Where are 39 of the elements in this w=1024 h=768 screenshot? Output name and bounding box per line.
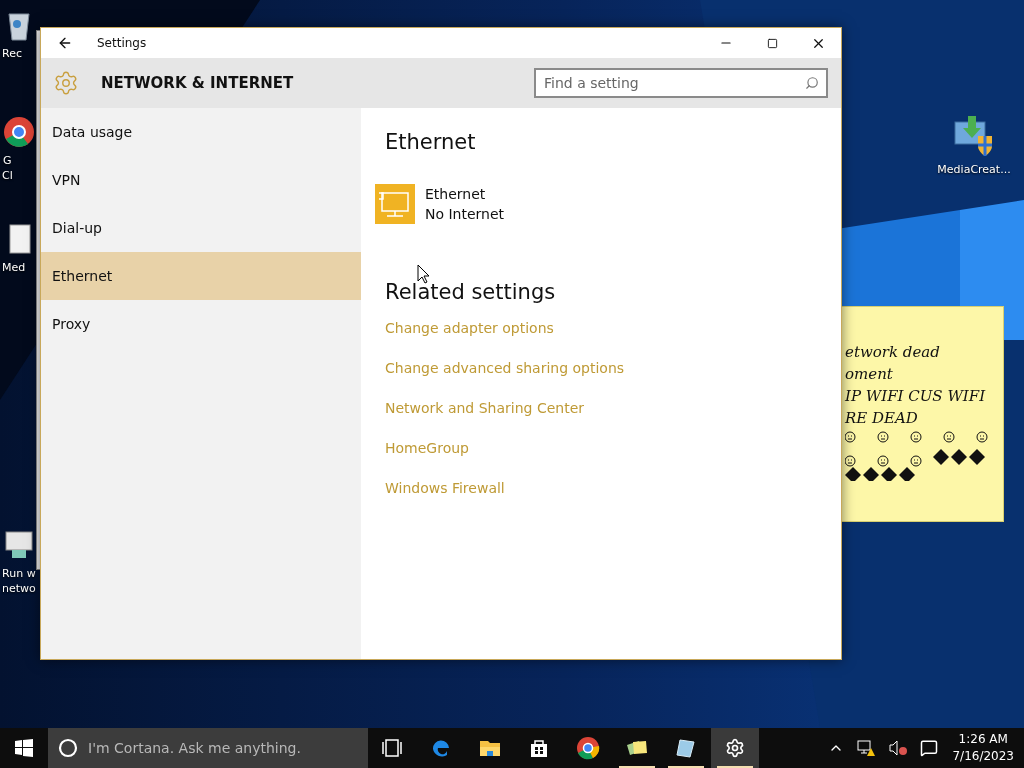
maximize-icon — [766, 37, 778, 49]
speech-bubble-icon — [920, 739, 939, 757]
section-heading: Related settings — [385, 280, 557, 304]
desktop-icon-label: G — [2, 153, 13, 168]
mouse-cursor-icon — [417, 264, 430, 284]
chrome-icon — [2, 115, 36, 149]
nav-item[interactable]: Data usage — [41, 108, 361, 156]
desktop-icon-label: netwo — [2, 581, 36, 596]
desktop-icon-label: Cl — [2, 168, 13, 183]
search-icon — [805, 76, 819, 90]
circle-icon — [58, 738, 78, 758]
desktop-icon-label: Med — [2, 260, 26, 275]
cortana-search-field[interactable]: I'm Cortana. Ask me anything. — [48, 728, 368, 768]
desktop-icon-label: Run w — [2, 566, 36, 581]
chrome-icon — [576, 736, 600, 760]
connection-status: No Internet — [425, 205, 505, 224]
note-text: RE DEAD — [845, 408, 919, 429]
gear-icon — [53, 70, 79, 96]
section-title: NETWORK & INTERNET — [101, 74, 295, 92]
page-heading: Ethernet — [385, 130, 477, 154]
nav-item[interactable]: Ethernet — [41, 252, 361, 300]
desktop-icon-label: Rec — [2, 46, 22, 61]
clock[interactable]: 1:26 AM 7/16/2023 — [952, 731, 1014, 765]
taskbar-app[interactable] — [711, 728, 759, 768]
nav-item[interactable]: Dial-up — [41, 204, 361, 252]
note-text: IP WIFI CUS WIFI — [845, 386, 987, 407]
windows-icon — [15, 739, 33, 757]
desktop-icon-label: MediaCreat... — [937, 162, 1011, 177]
nav-item[interactable]: VPN — [41, 156, 361, 204]
notepad-icon — [674, 736, 698, 760]
network-adapter-icon — [375, 184, 415, 224]
settings-icon — [725, 738, 745, 758]
note-text: etwork dead — [845, 342, 941, 363]
note-text: oment — [845, 364, 894, 385]
search-field[interactable]: Find a setting — [534, 68, 828, 98]
window-title: Settings — [97, 36, 148, 50]
task-view-icon — [380, 736, 404, 760]
connection-name: Ethernet — [425, 185, 487, 204]
nav-item[interactable]: Proxy — [41, 300, 361, 348]
